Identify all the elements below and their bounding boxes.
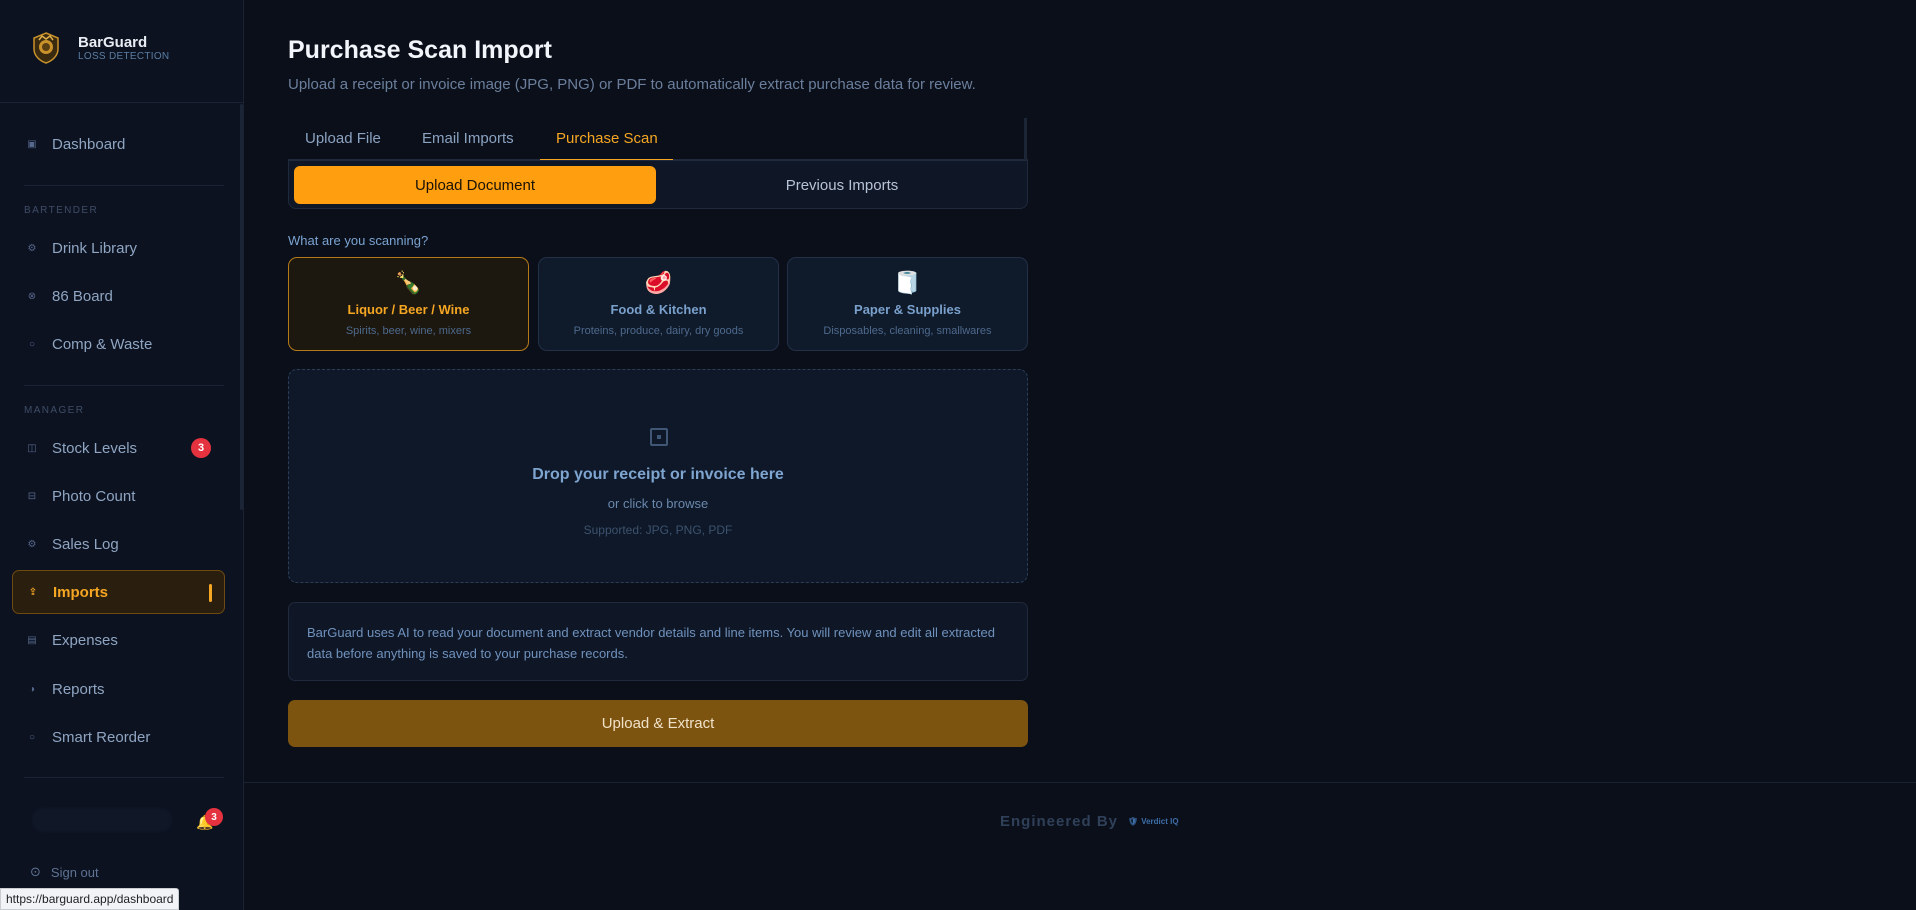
sidebar-item-label: Expenses	[52, 631, 118, 649]
sidebar-item-label: Drink Library	[52, 239, 138, 257]
sign-out-label: Sign out	[50, 864, 99, 880]
card-title: Liquor / Beer / Wine	[347, 302, 470, 317]
category-card-food[interactable]: 🥩 Food & Kitchen Proteins, produce, dair…	[538, 257, 779, 351]
category-card-paper[interactable]: 🧻 Paper & Supplies Disposables, cleaning…	[787, 257, 1028, 351]
divider	[24, 385, 224, 386]
card-title: Food & Kitchen	[610, 302, 707, 317]
dropzone-subtitle: or click to browse	[607, 496, 709, 511]
tab-bar: Upload File Email Imports Purchase Scan	[288, 118, 1028, 161]
sidebar: BarGuard LOSS DETECTION ▣ Dashboard BART…	[0, 0, 244, 910]
sidebar-item-stock-levels[interactable]: ◫ Stock Levels 3	[12, 426, 225, 470]
sidebar-item-photo-count[interactable]: ⊟ Photo Count	[12, 474, 225, 518]
brand-name: BarGuard	[78, 34, 148, 51]
gear-icon: ⚙	[27, 242, 37, 254]
sidebar-item-label: Stock Levels	[52, 439, 138, 457]
sidebar-item-dashboard[interactable]: ▣ Dashboard	[12, 122, 225, 166]
sidebar-item-label: Sales Log	[52, 535, 119, 553]
sidebar-item-label: Dashboard	[52, 135, 126, 153]
tab-purchase-scan[interactable]: Purchase Scan	[556, 130, 658, 147]
section-label-manager: MANAGER	[24, 405, 85, 416]
partner-logo[interactable]: 🛡 Verdict IQ	[1128, 817, 1179, 826]
sidebar-item-comp-waste[interactable]: ○ Comp & Waste	[12, 322, 225, 366]
divider	[0, 102, 243, 103]
active-indicator	[209, 584, 212, 602]
half-circle-icon: ◑	[28, 683, 36, 695]
card-subtitle: Disposables, cleaning, smallwares	[823, 325, 992, 337]
notification-badge: 3	[191, 438, 211, 458]
brand[interactable]: BarGuard LOSS DETECTION	[28, 30, 169, 66]
page-title: Purchase Scan Import	[288, 36, 552, 64]
footer-credit: Engineered By 🛡 Verdict IQ	[1000, 813, 1179, 830]
bottle-icon: 🍾	[394, 270, 423, 295]
sign-out-button[interactable]: ⊙ Sign out	[30, 864, 99, 880]
category-card-liquor[interactable]: 🍾 Liquor / Beer / Wine Spirits, beer, wi…	[288, 257, 529, 351]
lion-crest-icon	[28, 30, 64, 66]
receipt-icon: ▤	[27, 634, 37, 646]
paper-roll-icon: 🧻	[893, 270, 922, 295]
sidebar-item-smart-reorder[interactable]: ○ Smart Reorder	[12, 715, 225, 759]
tab-email-imports[interactable]: Email Imports	[422, 130, 514, 147]
engineered-by-label: Engineered By	[1000, 813, 1119, 830]
divider	[24, 185, 224, 186]
shield-icon: 🛡	[1128, 817, 1139, 826]
page-subtitle: Upload a receipt or invoice image (JPG, …	[288, 76, 976, 93]
sidebar-item-label: 86 Board	[52, 287, 113, 305]
power-icon: ⊙	[30, 864, 41, 879]
scan-type-label: What are you scanning?	[288, 233, 429, 248]
circle-icon: ○	[28, 338, 36, 350]
divider	[24, 777, 224, 778]
columns-icon: ◫	[27, 442, 37, 454]
sidebar-item-label: Imports	[53, 583, 109, 601]
sidebar-item-drink-library[interactable]: ⚙ Drink Library	[12, 226, 225, 270]
section-label-bartender: BARTENDER	[24, 205, 99, 216]
file-dropzone[interactable]: Drop your receipt or invoice here or cli…	[288, 369, 1028, 583]
sidebar-item-label: Smart Reorder	[52, 728, 151, 746]
upload-extract-button[interactable]: Upload & Extract	[288, 700, 1028, 747]
sidebar-item-expenses[interactable]: ▤ Expenses	[12, 618, 225, 662]
card-subtitle: Spirits, beer, wine, mixers	[345, 325, 472, 337]
segmented-control: Upload Document Previous Imports	[288, 160, 1028, 209]
footer-divider	[244, 782, 1916, 783]
card-title: Paper & Supplies	[854, 302, 961, 317]
x-circle-icon: ⊗	[27, 290, 37, 302]
import-icon: ⇪	[28, 586, 38, 598]
gear-icon: ⚙	[27, 538, 37, 550]
tab-scrollbar[interactable]	[1024, 118, 1027, 160]
sidebar-item-imports[interactable]: ⇪ Imports	[12, 570, 225, 614]
dropzone-title: Drop your receipt or invoice here	[532, 466, 784, 483]
grid-icon: ▣	[27, 138, 37, 150]
tab-upload-file[interactable]: Upload File	[305, 130, 381, 147]
card-subtitle: Proteins, produce, dairy, dry goods	[573, 325, 744, 337]
notification-badge: 3	[205, 808, 223, 826]
camera-icon: ⊟	[27, 490, 37, 502]
sidebar-item-reports[interactable]: ◑ Reports	[12, 667, 225, 711]
sidebar-scrollbar[interactable]	[240, 104, 243, 510]
previous-imports-button[interactable]: Previous Imports	[661, 166, 1023, 204]
status-bar-url: https://barguard.app/dashboard	[0, 888, 180, 910]
partner-logo-text: Verdict IQ	[1141, 817, 1179, 826]
sidebar-item-label: Reports	[52, 680, 105, 698]
user-profile[interactable]	[32, 808, 172, 832]
sidebar-item-86-board[interactable]: ⊗ 86 Board	[12, 274, 225, 318]
sidebar-item-sales-log[interactable]: ⚙ Sales Log	[12, 522, 225, 566]
upload-document-button[interactable]: Upload Document	[294, 166, 656, 204]
meat-icon: 🥩	[644, 270, 673, 295]
brand-tagline: LOSS DETECTION	[78, 51, 170, 62]
sidebar-item-label: Photo Count	[52, 487, 136, 505]
refresh-icon: ○	[28, 731, 36, 743]
dropzone-formats: Supported: JPG, PNG, PDF	[583, 523, 733, 537]
ai-info-notice: BarGuard uses AI to read your document a…	[288, 602, 1028, 681]
upload-icon	[650, 428, 668, 446]
sidebar-item-label: Comp & Waste	[52, 335, 153, 353]
